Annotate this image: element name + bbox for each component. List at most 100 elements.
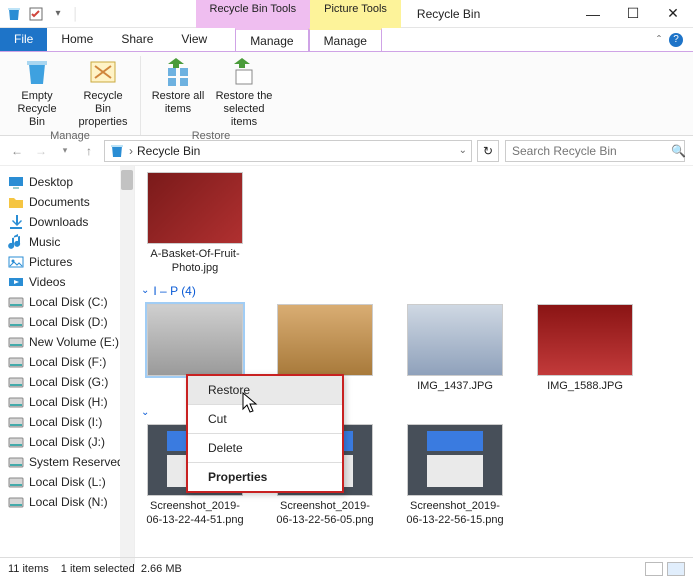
tree-scrollbar[interactable]	[120, 166, 134, 566]
window-title: Recycle Bin	[417, 7, 480, 21]
thumbnail	[537, 304, 633, 376]
restore-selected-items-button[interactable]: Restore the selected items	[215, 56, 273, 130]
address-dropdown-icon[interactable]: ⌄	[459, 145, 467, 156]
status-bar: 11 items 1 item selected 2.66 MB	[0, 557, 693, 579]
tree-item-label: Local Disk (J:)	[29, 435, 105, 449]
recycle-bin-properties-button[interactable]: Recycle Bin properties	[74, 56, 132, 130]
file-name-label: IMG_1437.JPG	[417, 380, 493, 394]
context-menu: Restore Cut Delete Properties	[186, 374, 344, 493]
tree-item[interactable]: System Reserved	[4, 452, 134, 472]
tab-view[interactable]: View	[167, 28, 221, 51]
tab-home[interactable]: Home	[47, 28, 107, 51]
maximize-button[interactable]: ☐	[613, 0, 653, 28]
ribbon-collapse-icon[interactable]: ˆ	[657, 33, 661, 47]
tree-item[interactable]: Music	[4, 232, 134, 252]
breadcrumb-chevron-icon[interactable]: ›	[129, 144, 133, 158]
music-icon	[8, 234, 24, 250]
tree-item[interactable]: Pictures	[4, 252, 134, 272]
nav-forward-button[interactable]: →	[32, 142, 50, 160]
tab-share[interactable]: Share	[107, 28, 167, 51]
breadcrumb[interactable]: Recycle Bin	[137, 144, 200, 158]
empty-recycle-bin-button[interactable]: Empty Recycle Bin	[8, 56, 66, 130]
search-input[interactable]	[512, 144, 667, 158]
disk-icon	[8, 494, 24, 510]
disk-icon	[8, 354, 24, 370]
thumbnail	[147, 304, 243, 376]
chevron-down-icon[interactable]: ⌄	[141, 285, 149, 296]
nav-back-button[interactable]: ←	[8, 142, 26, 160]
file-name-label: IMG_1588.JPG	[547, 380, 623, 394]
tree-item-label: Local Disk (G:)	[29, 375, 108, 389]
tree-item-label: Local Disk (I:)	[29, 415, 102, 429]
view-details-button[interactable]	[645, 562, 663, 576]
tree-item-label: Desktop	[29, 175, 73, 189]
tab-manage-pictures[interactable]: Manage	[309, 28, 382, 51]
tree-item-label: Local Disk (H:)	[29, 395, 108, 409]
tree-item[interactable]: New Volume (E:)	[4, 332, 134, 352]
tree-item[interactable]: Local Disk (H:)	[4, 392, 134, 412]
tree-item[interactable]: Local Disk (G:)	[4, 372, 134, 392]
tree-item[interactable]: Desktop	[4, 172, 134, 192]
disk-icon	[8, 454, 24, 470]
tree-item[interactable]: Documents	[4, 192, 134, 212]
file-item[interactable]: IMG_1588.JPG	[535, 304, 635, 394]
tree-item-label: Local Disk (N:)	[29, 495, 108, 509]
tree-item-label: Local Disk (D:)	[29, 315, 108, 329]
disk-icon	[8, 294, 24, 310]
qat-item-icon[interactable]	[28, 6, 44, 22]
tree-item[interactable]: Local Disk (L:)	[4, 472, 134, 492]
tree-item[interactable]: Downloads	[4, 212, 134, 232]
file-item[interactable]: Screenshot_2019-06-13-22-56-15.png	[405, 424, 505, 528]
tree-item[interactable]: Local Disk (F:)	[4, 352, 134, 372]
disk-icon	[8, 414, 24, 430]
tree-item[interactable]: Local Disk (J:)	[4, 432, 134, 452]
items-view[interactable]: A-Basket-Of-Fruit-Photo.jpg ⌄ I – P (4) …	[135, 166, 693, 566]
minimize-button[interactable]: —	[573, 0, 613, 28]
tree-item-label: Downloads	[29, 215, 88, 229]
search-box[interactable]: 🔍	[505, 140, 685, 162]
recycle-bin-icon	[6, 6, 22, 22]
download-icon	[8, 214, 24, 230]
nav-history-icon[interactable]: ▾	[56, 142, 74, 160]
context-menu-restore[interactable]: Restore	[188, 376, 342, 405]
file-item[interactable]: IMG_1437.JPG	[405, 304, 505, 394]
file-item[interactable]: A-Basket-Of-Fruit-Photo.jpg	[145, 172, 245, 276]
close-button[interactable]: ✕	[653, 0, 693, 28]
chevron-down-icon[interactable]: ⌄	[141, 407, 149, 418]
folder-icon	[8, 194, 24, 210]
tree-item-label: Documents	[29, 195, 90, 209]
help-icon[interactable]: ?	[669, 33, 683, 47]
tab-manage-recycle-bin[interactable]: Manage	[235, 28, 308, 51]
address-bar[interactable]: › Recycle Bin ⌄	[104, 140, 472, 162]
contextual-tab-picture-tools: Picture Tools	[310, 0, 401, 28]
tree-item[interactable]: Videos	[4, 272, 134, 292]
context-menu-cut[interactable]: Cut	[188, 405, 342, 434]
thumbnail	[147, 172, 243, 244]
tree-item-label: Local Disk (C:)	[29, 295, 108, 309]
file-name-label: A-Basket-Of-Fruit-Photo.jpg	[145, 248, 245, 276]
tree-item-label: Music	[29, 235, 60, 249]
refresh-button[interactable]: ↻	[477, 140, 499, 162]
tree-item-label: Local Disk (L:)	[29, 475, 106, 489]
scrollbar-thumb[interactable]	[121, 170, 133, 190]
tree-item[interactable]: Local Disk (C:)	[4, 292, 134, 312]
context-menu-delete[interactable]: Delete	[188, 434, 342, 463]
tree-item[interactable]: Local Disk (D:)	[4, 312, 134, 332]
group-header[interactable]: ⌄ I – P (4)	[141, 284, 683, 298]
empty-bin-icon	[21, 56, 53, 88]
tree-item-label: Local Disk (F:)	[29, 355, 106, 369]
tab-file[interactable]: File	[0, 28, 47, 51]
tree-item-label: Videos	[29, 275, 65, 289]
context-menu-properties[interactable]: Properties	[188, 463, 342, 491]
tree-item[interactable]: Local Disk (N:)	[4, 492, 134, 512]
file-name-label: Screenshot_2019-06-13-22-44-51.png	[145, 500, 245, 528]
navigation-tree[interactable]: Desktop Documents Downloads Music Pictures Vi…	[0, 166, 135, 566]
nav-up-button[interactable]: ↑	[80, 142, 98, 160]
qat-dropdown-icon[interactable]: ▾	[50, 6, 66, 22]
disk-icon	[8, 334, 24, 350]
pictures-icon	[8, 254, 24, 270]
disk-icon	[8, 474, 24, 490]
tree-item[interactable]: Local Disk (I:)	[4, 412, 134, 432]
view-large-icons-button[interactable]	[667, 562, 685, 576]
restore-all-items-button[interactable]: Restore all items	[149, 56, 207, 130]
